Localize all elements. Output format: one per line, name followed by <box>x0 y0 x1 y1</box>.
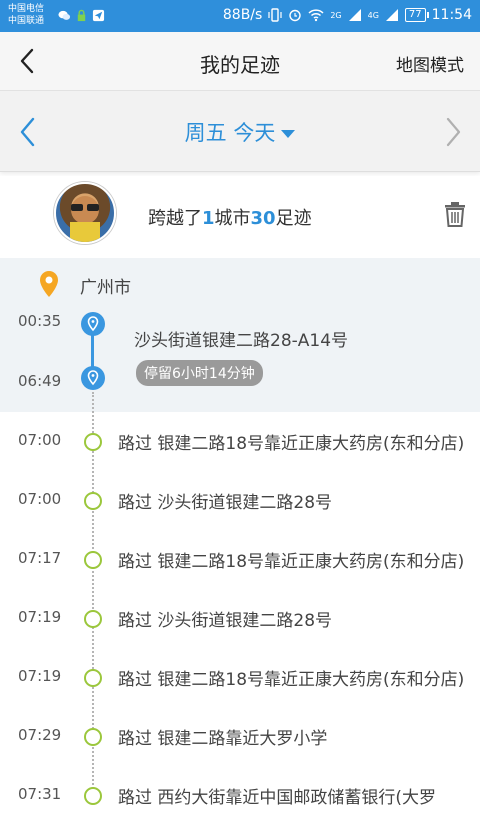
list-item[interactable]: 07:29 路过 银建二路靠近大罗小学 <box>0 707 480 766</box>
stay-address: 沙头街道银建二路28-A14号 <box>134 331 349 351</box>
pass-time: 07:00 <box>18 431 62 449</box>
pass-dot-icon <box>84 551 102 569</box>
carrier-2: 中国联通 <box>8 16 45 26</box>
list-item[interactable]: 07:19 路过 银建二路18号靠近正康大药房(东和分店) <box>0 648 480 707</box>
pass-text: 路过 银建二路18号靠近正康大药房(东和分店) <box>118 434 465 454</box>
trash-icon[interactable] <box>442 200 468 228</box>
pass-time: 07:17 <box>18 549 62 567</box>
pass-dot-icon <box>84 610 102 628</box>
pass-dot-icon <box>84 433 102 451</box>
vibrate-icon <box>268 8 282 22</box>
list-item[interactable]: 07:00 路过 银建二路18号靠近正康大药房(东和分店) <box>0 412 480 471</box>
network-type-1: 2G <box>330 10 342 20</box>
signal-icon-2 <box>385 9 398 21</box>
avatar[interactable] <box>54 182 116 244</box>
wifi-icon <box>308 9 324 22</box>
clock: 11:54 <box>431 7 472 23</box>
pass-text: 路过 沙头街道银建二路28号 <box>118 493 333 513</box>
pass-text: 路过 沙头街道银建二路28号 <box>118 611 333 631</box>
send-icon <box>92 9 105 22</box>
stay-start-time: 00:35 <box>18 312 62 330</box>
app-header: 我的足迹 地图模式 <box>0 32 480 91</box>
location-marker-icon <box>81 366 105 390</box>
pass-time: 07:29 <box>18 726 62 744</box>
pass-dot-icon <box>84 669 102 687</box>
summary-suffix: 足迹 <box>275 208 312 229</box>
summary-prefix: 跨越了 <box>148 208 202 229</box>
signal-icon-1 <box>348 9 361 21</box>
pass-time: 07:31 <box>18 785 62 803</box>
city-row: 广州市 <box>0 258 480 308</box>
pass-text: 路过 银建二路靠近大罗小学 <box>118 729 328 749</box>
pass-dot-icon <box>84 728 102 746</box>
avatar-face-icon <box>70 196 100 242</box>
summary-text: 跨越了1城市30足迹 <box>148 204 312 230</box>
carrier-labels: 中国电信 中国联通 <box>8 3 44 27</box>
pass-text: 路过 西约大街靠近中国邮政储蓄银行(大罗 <box>118 788 437 808</box>
map-mode-button[interactable]: 地图模式 <box>396 51 464 76</box>
pass-dot-icon <box>84 787 102 805</box>
summary-middle: 城市 <box>214 208 251 229</box>
map-pin-icon <box>40 271 58 297</box>
list-item[interactable]: 07:31 路过 西约大街靠近中国邮政储蓄银行(大罗 <box>0 766 480 825</box>
network-type-2: 4G <box>367 10 379 20</box>
footprint-count: 30 <box>250 208 276 229</box>
stay-item[interactable]: 00:35 沙头街道银建二路28-A14号 06:49 停留6小时14分钟 <box>0 308 480 412</box>
wechat-icon <box>58 10 71 20</box>
date-selector[interactable]: 周五 今天 <box>0 117 480 147</box>
date-label: 周五 今天 <box>184 121 276 145</box>
list-item[interactable]: 07:00 路过 沙头街道银建二路28号 <box>0 471 480 530</box>
next-day-icon[interactable] <box>438 115 468 149</box>
pass-dot-icon <box>84 492 102 510</box>
status-right: 88B/s 2G 4G 77 11:54 <box>223 7 472 23</box>
pass-text: 路过 银建二路18号靠近正康大药房(东和分店) <box>118 670 465 690</box>
list-item[interactable]: 07:19 路过 沙头街道银建二路28号 <box>0 589 480 648</box>
carrier-1: 中国电信 <box>8 4 45 14</box>
alarm-icon <box>289 9 302 22</box>
network-speed: 88B/s <box>222 7 263 23</box>
pass-text: 路过 银建二路18号靠近正康大药房(东和分店) <box>118 552 465 572</box>
dropdown-caret-icon <box>281 130 296 138</box>
location-marker-icon <box>81 312 105 336</box>
pass-time: 07:19 <box>18 667 62 685</box>
date-bar: 周五 今天 <box>0 91 480 172</box>
pass-time: 07:19 <box>18 608 62 626</box>
status-bar: 中国电信 中国联通 88B/s 2G 4G 77 11:54 <box>0 0 480 32</box>
summary-section: 跨越了1城市30足迹 <box>0 176 480 258</box>
stay-duration-badge: 停留6小时14分钟 <box>136 360 263 386</box>
stay-end-time: 06:49 <box>18 372 62 390</box>
lock-icon <box>77 9 86 22</box>
notification-icons <box>58 9 105 22</box>
pass-time: 07:00 <box>18 490 62 508</box>
city-name: 广州市 <box>80 278 131 298</box>
list-item[interactable]: 07:17 路过 银建二路18号靠近正康大药房(东和分店) <box>0 530 480 589</box>
city-count: 1 <box>202 208 215 229</box>
battery-indicator: 77 <box>404 8 429 22</box>
